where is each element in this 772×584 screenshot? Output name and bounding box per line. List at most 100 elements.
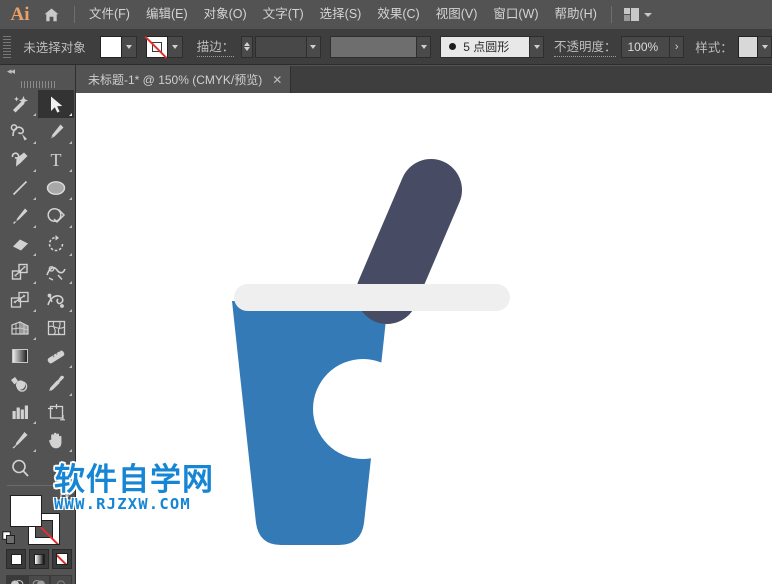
- menu-type[interactable]: 文字(T): [255, 4, 312, 25]
- color-mode-color[interactable]: [6, 549, 26, 569]
- color-mode-gradient[interactable]: [29, 549, 49, 569]
- variable-width-profile-input[interactable]: [330, 36, 417, 58]
- tool-shaper[interactable]: [2, 90, 38, 118]
- close-icon[interactable]: ✕: [272, 74, 282, 86]
- style-dropdown-arrow[interactable]: [758, 36, 772, 58]
- collapse-panel-icon[interactable]: ◂◂: [7, 66, 14, 77]
- tool-flyout-corner-icon: [69, 365, 72, 368]
- tool-flyout-corner-icon: [33, 309, 36, 312]
- tool-flyout-corner-icon: [33, 421, 36, 424]
- tool-hand[interactable]: [38, 426, 74, 454]
- tool-gradient[interactable]: [2, 342, 38, 370]
- tool-flyout-corner-icon: [69, 393, 72, 396]
- tool-flyout-corner-icon: [69, 253, 72, 256]
- menu-edit[interactable]: 编辑(E): [138, 4, 196, 25]
- drag-grip-icon[interactable]: [3, 36, 11, 58]
- brush-dropdown-arrow[interactable]: [530, 36, 544, 58]
- brush-definition-label: 5 点圆形: [463, 38, 509, 55]
- tool-flyout-corner-icon: [69, 169, 72, 172]
- tool-shape-builder[interactable]: [38, 202, 74, 230]
- canvas-area[interactable]: [76, 93, 772, 584]
- style-label: 样式：: [695, 37, 733, 56]
- tool-line-segment[interactable]: [2, 174, 38, 202]
- tool-scale[interactable]: [2, 258, 38, 286]
- artboard[interactable]: [76, 93, 772, 584]
- stroke-weight-label[interactable]: 描边：: [197, 36, 235, 57]
- graphic-style-swatch[interactable]: [738, 36, 758, 58]
- tools-panel-header: ◂◂: [2, 65, 74, 78]
- draw-mode-behind[interactable]: [28, 575, 50, 584]
- tool-flyout-corner-icon: [69, 141, 72, 144]
- tool-flyout-corner-icon: [33, 281, 36, 284]
- tool-selection[interactable]: [38, 90, 74, 118]
- menu-divider-right: [611, 6, 612, 23]
- tool-flyout-corner-icon: [69, 197, 72, 200]
- tool-type[interactable]: T: [38, 146, 74, 174]
- tool-mesh[interactable]: [38, 314, 74, 342]
- control-bar: 未选择对象 描边： 5 点圆形 不透明度： 100% › 样式：: [0, 29, 772, 65]
- menu-select[interactable]: 选择(S): [312, 4, 370, 25]
- tool-column-graph[interactable]: [2, 398, 38, 426]
- tool-grid: T: [2, 90, 74, 482]
- default-fill-stroke-icon[interactable]: [2, 531, 16, 545]
- stroke-swatch-group[interactable]: [146, 36, 183, 58]
- tools-panel-divider: [7, 485, 69, 486]
- menu-bar: Ai 文件(F) 编辑(E) 对象(O) 文字(T) 选择(S) 效果(C) 视…: [0, 0, 772, 29]
- bucket-rim: [234, 284, 510, 311]
- fill-dropdown-arrow[interactable]: [122, 36, 137, 58]
- stroke-dropdown-arrow[interactable]: [168, 36, 183, 58]
- opacity-input[interactable]: 100%: [621, 36, 670, 58]
- tool-width[interactable]: [38, 258, 74, 286]
- tool-blend[interactable]: [2, 370, 38, 398]
- variable-width-dropdown-arrow[interactable]: [417, 36, 431, 58]
- tool-ellipse[interactable]: [38, 174, 74, 202]
- stroke-weight-input[interactable]: [255, 36, 308, 58]
- tools-panel: ◂◂: [0, 65, 76, 584]
- tool-rotate[interactable]: [38, 230, 74, 258]
- menu-view[interactable]: 视图(V): [428, 4, 486, 25]
- menu-object[interactable]: 对象(O): [196, 4, 255, 25]
- tool-blob-brush[interactable]: [2, 146, 38, 174]
- home-icon[interactable]: [34, 7, 68, 23]
- chevron-down-icon: [644, 13, 652, 17]
- opacity-flyout-arrow[interactable]: ›: [670, 36, 684, 58]
- tool-free-transform[interactable]: [2, 286, 38, 314]
- tool-zoom[interactable]: [2, 454, 38, 482]
- svg-text:T: T: [51, 150, 62, 170]
- menu-help[interactable]: 帮助(H): [547, 4, 605, 25]
- color-mode-none[interactable]: [52, 549, 72, 569]
- tool-paintbrush[interactable]: [2, 202, 38, 230]
- stroke-weight-dropdown-arrow[interactable]: [307, 36, 321, 58]
- arrange-documents-button[interactable]: [618, 8, 658, 21]
- stroke-weight-stepper[interactable]: [241, 36, 252, 58]
- stroke-color-swatch[interactable]: [146, 36, 168, 58]
- tool-measure[interactable]: [38, 342, 74, 370]
- pestle: [387, 190, 431, 293]
- tool-puppet-warp[interactable]: [38, 286, 74, 314]
- selection-status-label: 未选择对象: [23, 37, 86, 56]
- tool-eraser[interactable]: [2, 230, 38, 258]
- tool-slice[interactable]: [2, 426, 38, 454]
- tool-flyout-corner-icon: [69, 113, 72, 116]
- draw-mode-inside[interactable]: [50, 575, 72, 584]
- tool-curvature[interactable]: [2, 118, 38, 146]
- menu-divider: [74, 6, 75, 23]
- document-tab[interactable]: 未标题-1* @ 150% (CMYK/预览) ✕: [76, 66, 291, 93]
- opacity-label[interactable]: 不透明度：: [554, 36, 617, 57]
- menu-file[interactable]: 文件(F): [81, 4, 138, 25]
- tool-eyedropper[interactable]: [38, 370, 74, 398]
- menu-effect[interactable]: 效果(C): [369, 4, 427, 25]
- draw-mode-normal[interactable]: [6, 575, 28, 584]
- fill-color-swatch-large[interactable]: [10, 495, 42, 527]
- menu-window[interactable]: 窗口(W): [485, 4, 546, 25]
- brush-definition-box[interactable]: 5 点圆形: [440, 36, 530, 58]
- fill-swatch-group[interactable]: [100, 36, 137, 58]
- swap-fill-stroke-icon[interactable]: [58, 491, 72, 505]
- tool-artboard[interactable]: [38, 398, 74, 426]
- tool-flyout-corner-icon: [33, 113, 36, 116]
- tool-perspective-grid[interactable]: [2, 314, 38, 342]
- fill-color-swatch[interactable]: [100, 36, 122, 58]
- tools-panel-grip-icon[interactable]: [2, 78, 74, 90]
- tool-pen[interactable]: [38, 118, 74, 146]
- tool-flyout-corner-icon: [69, 225, 72, 228]
